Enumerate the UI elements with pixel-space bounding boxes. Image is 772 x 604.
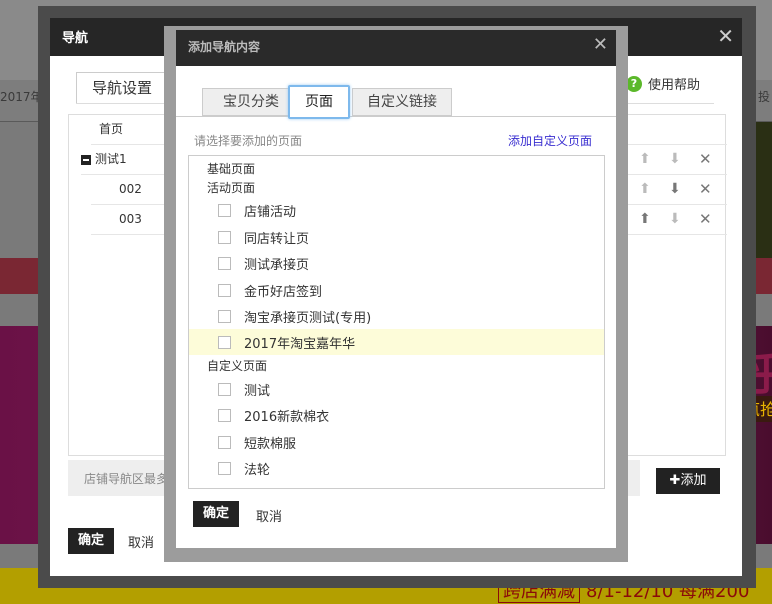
checkbox[interactable]	[218, 461, 231, 475]
list-item[interactable]: 2016新款棉衣	[189, 402, 604, 428]
list-item-hovered[interactable]: 2017年淘宝嘉年华	[189, 329, 604, 355]
background-year-text: 2017年	[0, 90, 43, 104]
background-right-text: 投	[757, 90, 770, 104]
checkbox[interactable]	[218, 382, 231, 396]
outer-dialog-title: 导航	[62, 31, 89, 46]
checkbox[interactable]	[218, 283, 231, 297]
list-item-label: 金币好店签到	[244, 284, 323, 300]
add-custom-page-link[interactable]: 添加自定义页面	[508, 132, 592, 149]
delete-icon[interactable]: ✕	[699, 145, 712, 173]
nav-row-label-wrap: 测试1	[81, 145, 127, 173]
list-item[interactable]: 金币好店签到	[189, 277, 604, 303]
list-item[interactable]: 测试	[189, 376, 604, 402]
add-button-label: 添加	[680, 473, 707, 488]
close-icon[interactable]: ✕	[593, 34, 608, 55]
help-label: 使用帮助	[648, 78, 701, 93]
list-item-label: 测试承接页	[244, 257, 310, 273]
tab-nav-settings[interactable]: 导航设置	[76, 72, 168, 104]
select-hint: 请选择要添加的页面	[194, 134, 303, 148]
checkbox[interactable]	[218, 203, 231, 217]
delete-icon[interactable]: ✕	[699, 205, 712, 233]
tab-pages[interactable]: 页面	[288, 85, 350, 119]
move-up-icon[interactable]: ⬆	[639, 175, 651, 203]
list-item[interactable]: 店铺活动	[189, 197, 604, 223]
help-link[interactable]: ? 使用帮助	[626, 74, 700, 93]
move-up-icon[interactable]: ⬆	[639, 205, 651, 233]
nav-row-label: 002	[119, 182, 142, 196]
group-custom-pages: 自定义页面	[207, 359, 268, 373]
nav-footer-text: 店铺导航区最多	[84, 472, 169, 486]
list-item-label: 测试	[244, 383, 271, 399]
nav-row-label: 003	[119, 212, 142, 226]
confirm-button[interactable]: 确定	[193, 501, 239, 527]
group-basic-pages: 基础页面	[207, 162, 256, 176]
cancel-button[interactable]: 取消	[128, 532, 154, 551]
checkbox[interactable]	[218, 435, 231, 449]
list-item[interactable]: 测试承接页	[189, 250, 604, 276]
list-item-label: 2016新款棉衣	[244, 409, 330, 425]
checkbox[interactable]	[218, 408, 231, 422]
inner-dialog: 宝贝分类 页面 自定义链接 请选择要添加的页面 添加自定义页面 基础页面 活动页…	[176, 66, 616, 548]
checkbox[interactable]	[218, 256, 231, 270]
help-icon: ?	[626, 75, 642, 92]
inner-dialog-header: 添加导航内容 ✕	[176, 30, 616, 66]
inner-tab-divider	[176, 116, 616, 117]
delete-icon[interactable]: ✕	[699, 175, 712, 203]
add-button[interactable]: ✚添加	[656, 468, 720, 494]
checkbox[interactable]	[218, 230, 231, 244]
list-item-label: 淘宝承接页测试(专用)	[244, 310, 372, 326]
nav-row-label: 测试1	[95, 152, 127, 166]
nav-row-label: 首页	[99, 122, 124, 136]
list-item[interactable]: 淘宝承接页测试(专用)	[189, 303, 604, 329]
close-icon[interactable]: ✕	[717, 24, 734, 48]
list-item-label: 短款棉服	[244, 436, 297, 452]
list-item[interactable]: 同店转让页	[189, 224, 604, 250]
confirm-button[interactable]: 确定	[68, 528, 114, 554]
move-up-icon[interactable]: ⬆	[639, 145, 651, 173]
move-down-icon[interactable]: ⬇	[669, 205, 681, 233]
list-item-label: 同店转让页	[244, 231, 310, 247]
list-item-label: 店铺活动	[244, 204, 297, 220]
collapse-icon[interactable]	[81, 154, 91, 165]
tab-item-category[interactable]: 宝贝分类	[202, 88, 300, 116]
move-down-icon[interactable]: ⬇	[669, 175, 681, 203]
list-item[interactable]: 法轮	[189, 455, 604, 481]
group-activity-pages: 活动页面	[207, 181, 256, 195]
move-down-icon[interactable]: ⬇	[669, 145, 681, 173]
checkbox[interactable]	[218, 309, 231, 323]
list-item-label: 2017年淘宝嘉年华	[244, 336, 356, 352]
tab-custom-link[interactable]: 自定义链接	[352, 88, 452, 116]
inner-dialog-title: 添加导航内容	[188, 40, 261, 54]
plus-icon: ✚	[669, 473, 681, 488]
cancel-button[interactable]: 取消	[256, 506, 282, 525]
checkbox[interactable]	[218, 335, 231, 349]
list-item-label: 法轮	[244, 462, 271, 478]
page-list: 基础页面 活动页面 店铺活动 同店转让页 测试承接页 金币好店签到 淘宝承接页测…	[188, 155, 605, 489]
list-item[interactable]: 短款棉服	[189, 429, 604, 455]
